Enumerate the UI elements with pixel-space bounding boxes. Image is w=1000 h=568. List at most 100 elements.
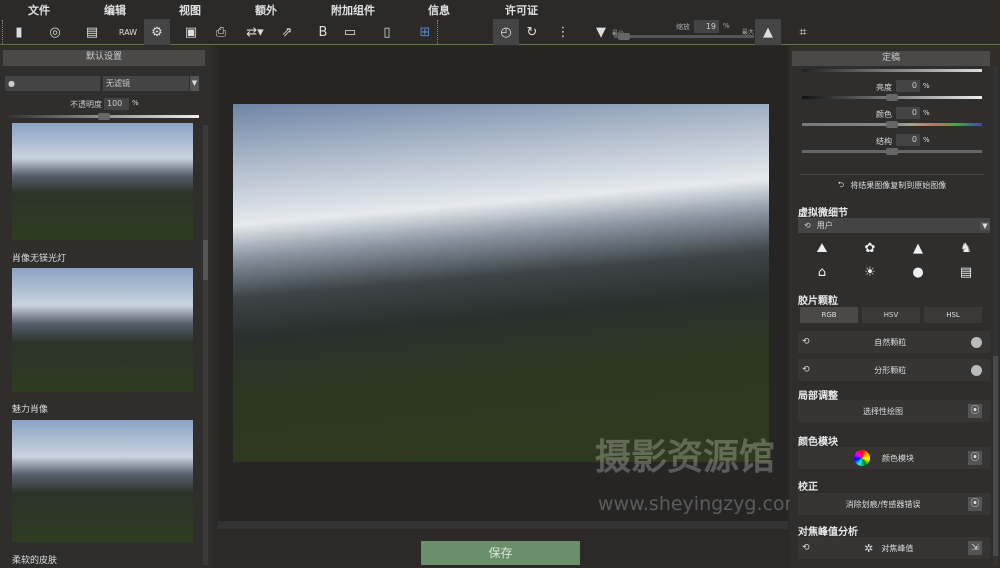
preset-thumbnail[interactable] [12, 420, 193, 542]
default-settings-button[interactable]: 默认设置 [3, 50, 205, 66]
share-icon[interactable]: ⇗ [276, 21, 298, 43]
raw-icon[interactable]: RAW [117, 21, 139, 43]
toolbar: ▮ ◎ ▤ RAW ⚙ ▣ ⎙ ⇄▾ ⇗ B ▭ ▯ ⊞ ◴ ↻ ⋮ ▼ 最小 … [0, 18, 1000, 45]
crop-icon[interactable]: ⌗ [792, 21, 814, 43]
split-view-icon[interactable]: ⋮ [552, 21, 574, 43]
menu-addons[interactable]: 附加组件 [331, 2, 375, 18]
natural-grain-row[interactable]: ⟲ 自然颗粒 [798, 331, 990, 353]
preset-label[interactable]: 魅力肖像 [12, 402, 48, 415]
selective-drawing-row[interactable]: 选择性绘图 ⦿ [798, 400, 990, 422]
watermark-url: www.sheyingzyg.com [598, 493, 804, 515]
color-module-row[interactable]: 颜色模块 ⦿ [798, 447, 990, 469]
print-icon[interactable]: ⎙ [210, 21, 232, 43]
brightness-value[interactable]: 0 [896, 80, 920, 92]
color-module-label: 颜色模块 [882, 453, 914, 463]
light-icon[interactable]: ☀ [848, 261, 892, 283]
opacity-label: 不透明度 [70, 100, 102, 109]
compare-icon[interactable]: ▭ [339, 21, 361, 43]
grain-mode-rgb[interactable]: RGB [800, 307, 858, 323]
opacity-slider-knob[interactable] [98, 113, 110, 120]
preset-thumbnail[interactable] [12, 123, 193, 240]
structure-label: 结构 [876, 137, 892, 146]
zoom-value[interactable]: 19 [694, 20, 719, 33]
open-module-icon[interactable]: ⦿ [968, 451, 982, 465]
chevron-down-icon[interactable]: ▼ [980, 221, 990, 230]
slider-knob[interactable] [886, 148, 898, 155]
menu-license[interactable]: 许可证 [505, 2, 538, 18]
correction-row[interactable]: 消除划痕/传感器错误 ⦿ [798, 493, 990, 515]
detail-preset-select[interactable]: ⟲ 用户 ▼ [798, 218, 990, 233]
brightness-slider[interactable] [802, 94, 982, 101]
menu-info[interactable]: 信息 [428, 2, 450, 18]
menu-bar: 文件 编辑 视图 额外 附加组件 信息 许可证 [0, 0, 1000, 18]
open-icon[interactable]: ◎ [44, 21, 66, 43]
reset-icon[interactable]: ⟲ [804, 221, 811, 230]
redo-icon[interactable]: ↻ [521, 21, 543, 43]
photo-preview[interactable] [233, 104, 769, 462]
plant-icon[interactable]: ✿ [848, 237, 892, 259]
opacity-value[interactable]: 100 [104, 98, 129, 110]
zoom-max-label: 最大 [742, 29, 755, 36]
grain-toggle[interactable] [970, 336, 982, 348]
zoom-slider-knob[interactable] [618, 33, 630, 40]
detail-section-title: 虚拟微细节 [798, 208, 848, 219]
landscape-icon[interactable]: ⛰ [800, 237, 844, 259]
menu-view[interactable]: 视图 [179, 2, 201, 18]
grain-toggle[interactable] [970, 364, 982, 376]
grain-mode-hsv[interactable]: HSV [862, 307, 920, 323]
portrait-icon[interactable]: ● [896, 261, 940, 283]
opacity-unit: % [132, 99, 139, 107]
horizontal-scrollbar[interactable] [218, 521, 788, 529]
open-module-icon[interactable]: ⦿ [967, 497, 982, 511]
zoom-out-icon[interactable]: ▼ [590, 21, 612, 43]
before-after-icon[interactable]: B [312, 21, 334, 43]
histogram-icon[interactable]: ⊞ [414, 21, 436, 43]
menu-extra[interactable]: 额外 [255, 2, 277, 18]
reset-icon[interactable]: ⟲ [802, 337, 810, 347]
animal-icon[interactable]: ♞ [944, 237, 988, 259]
slider[interactable] [802, 69, 982, 72]
export-icon[interactable]: ⇲ [967, 541, 982, 555]
preset-thumbnail[interactable] [12, 268, 193, 392]
export-icon[interactable]: ⇄▾ [244, 21, 266, 43]
open-module-icon[interactable]: ⦿ [968, 404, 982, 418]
mountain-icon[interactable]: ▲ [896, 237, 940, 259]
filter-select[interactable]: 无滤镜 [103, 76, 189, 91]
fractal-grain-row[interactable]: ⟲ 分形颗粒 [798, 359, 990, 381]
history-icon[interactable]: ◴ [493, 19, 519, 45]
opacity-slider[interactable] [8, 113, 199, 120]
copy-to-original-button[interactable]: ⮌ 将结果图像复制到原始图像 [800, 174, 984, 196]
save-icon[interactable]: ▣ [180, 21, 202, 43]
zoom-slider[interactable] [614, 33, 754, 40]
reset-icon[interactable]: ⟲ [802, 365, 810, 375]
search-input[interactable]: ● [5, 76, 100, 91]
aperture-icon: ✲ [864, 541, 874, 555]
divider [437, 20, 438, 44]
right-scrollbar[interactable] [993, 66, 998, 566]
color-slider[interactable] [802, 121, 982, 128]
slider-knob[interactable] [886, 94, 898, 101]
reset-icon[interactable]: ⟲ [802, 543, 810, 553]
batch-icon[interactable]: ▤ [81, 21, 103, 43]
menu-file[interactable]: 文件 [28, 2, 50, 18]
document-icon[interactable]: ▤ [944, 261, 988, 283]
info-icon[interactable]: ▯ [376, 21, 398, 43]
left-scrollbar[interactable] [203, 125, 208, 565]
preset-label[interactable]: 肖像无镁光灯 [12, 251, 66, 264]
preset-label[interactable]: 柔软的皮肤 [12, 553, 57, 566]
slider-knob[interactable] [886, 121, 898, 128]
building-icon[interactable]: ⌂ [800, 261, 844, 283]
structure-value[interactable]: 0 [896, 134, 920, 146]
correction-section-title: 校正 [798, 482, 818, 493]
focus-peaking-row[interactable]: ⟲ ✲ 对焦峰值 ⇲ [798, 537, 990, 559]
chevron-down-icon[interactable]: ▼ [190, 76, 199, 91]
new-icon[interactable]: ▮ [8, 21, 30, 43]
zoom-in-icon[interactable]: ▲ [755, 19, 781, 45]
save-button[interactable]: 保存 [421, 541, 580, 565]
color-value[interactable]: 0 [896, 107, 920, 119]
settings-icon[interactable]: ⚙ [144, 19, 170, 45]
grain-mode-hsl[interactable]: HSL [924, 307, 982, 323]
finalize-header[interactable]: 定稿 [792, 51, 990, 66]
structure-slider[interactable] [802, 148, 982, 155]
menu-edit[interactable]: 编辑 [104, 2, 126, 18]
